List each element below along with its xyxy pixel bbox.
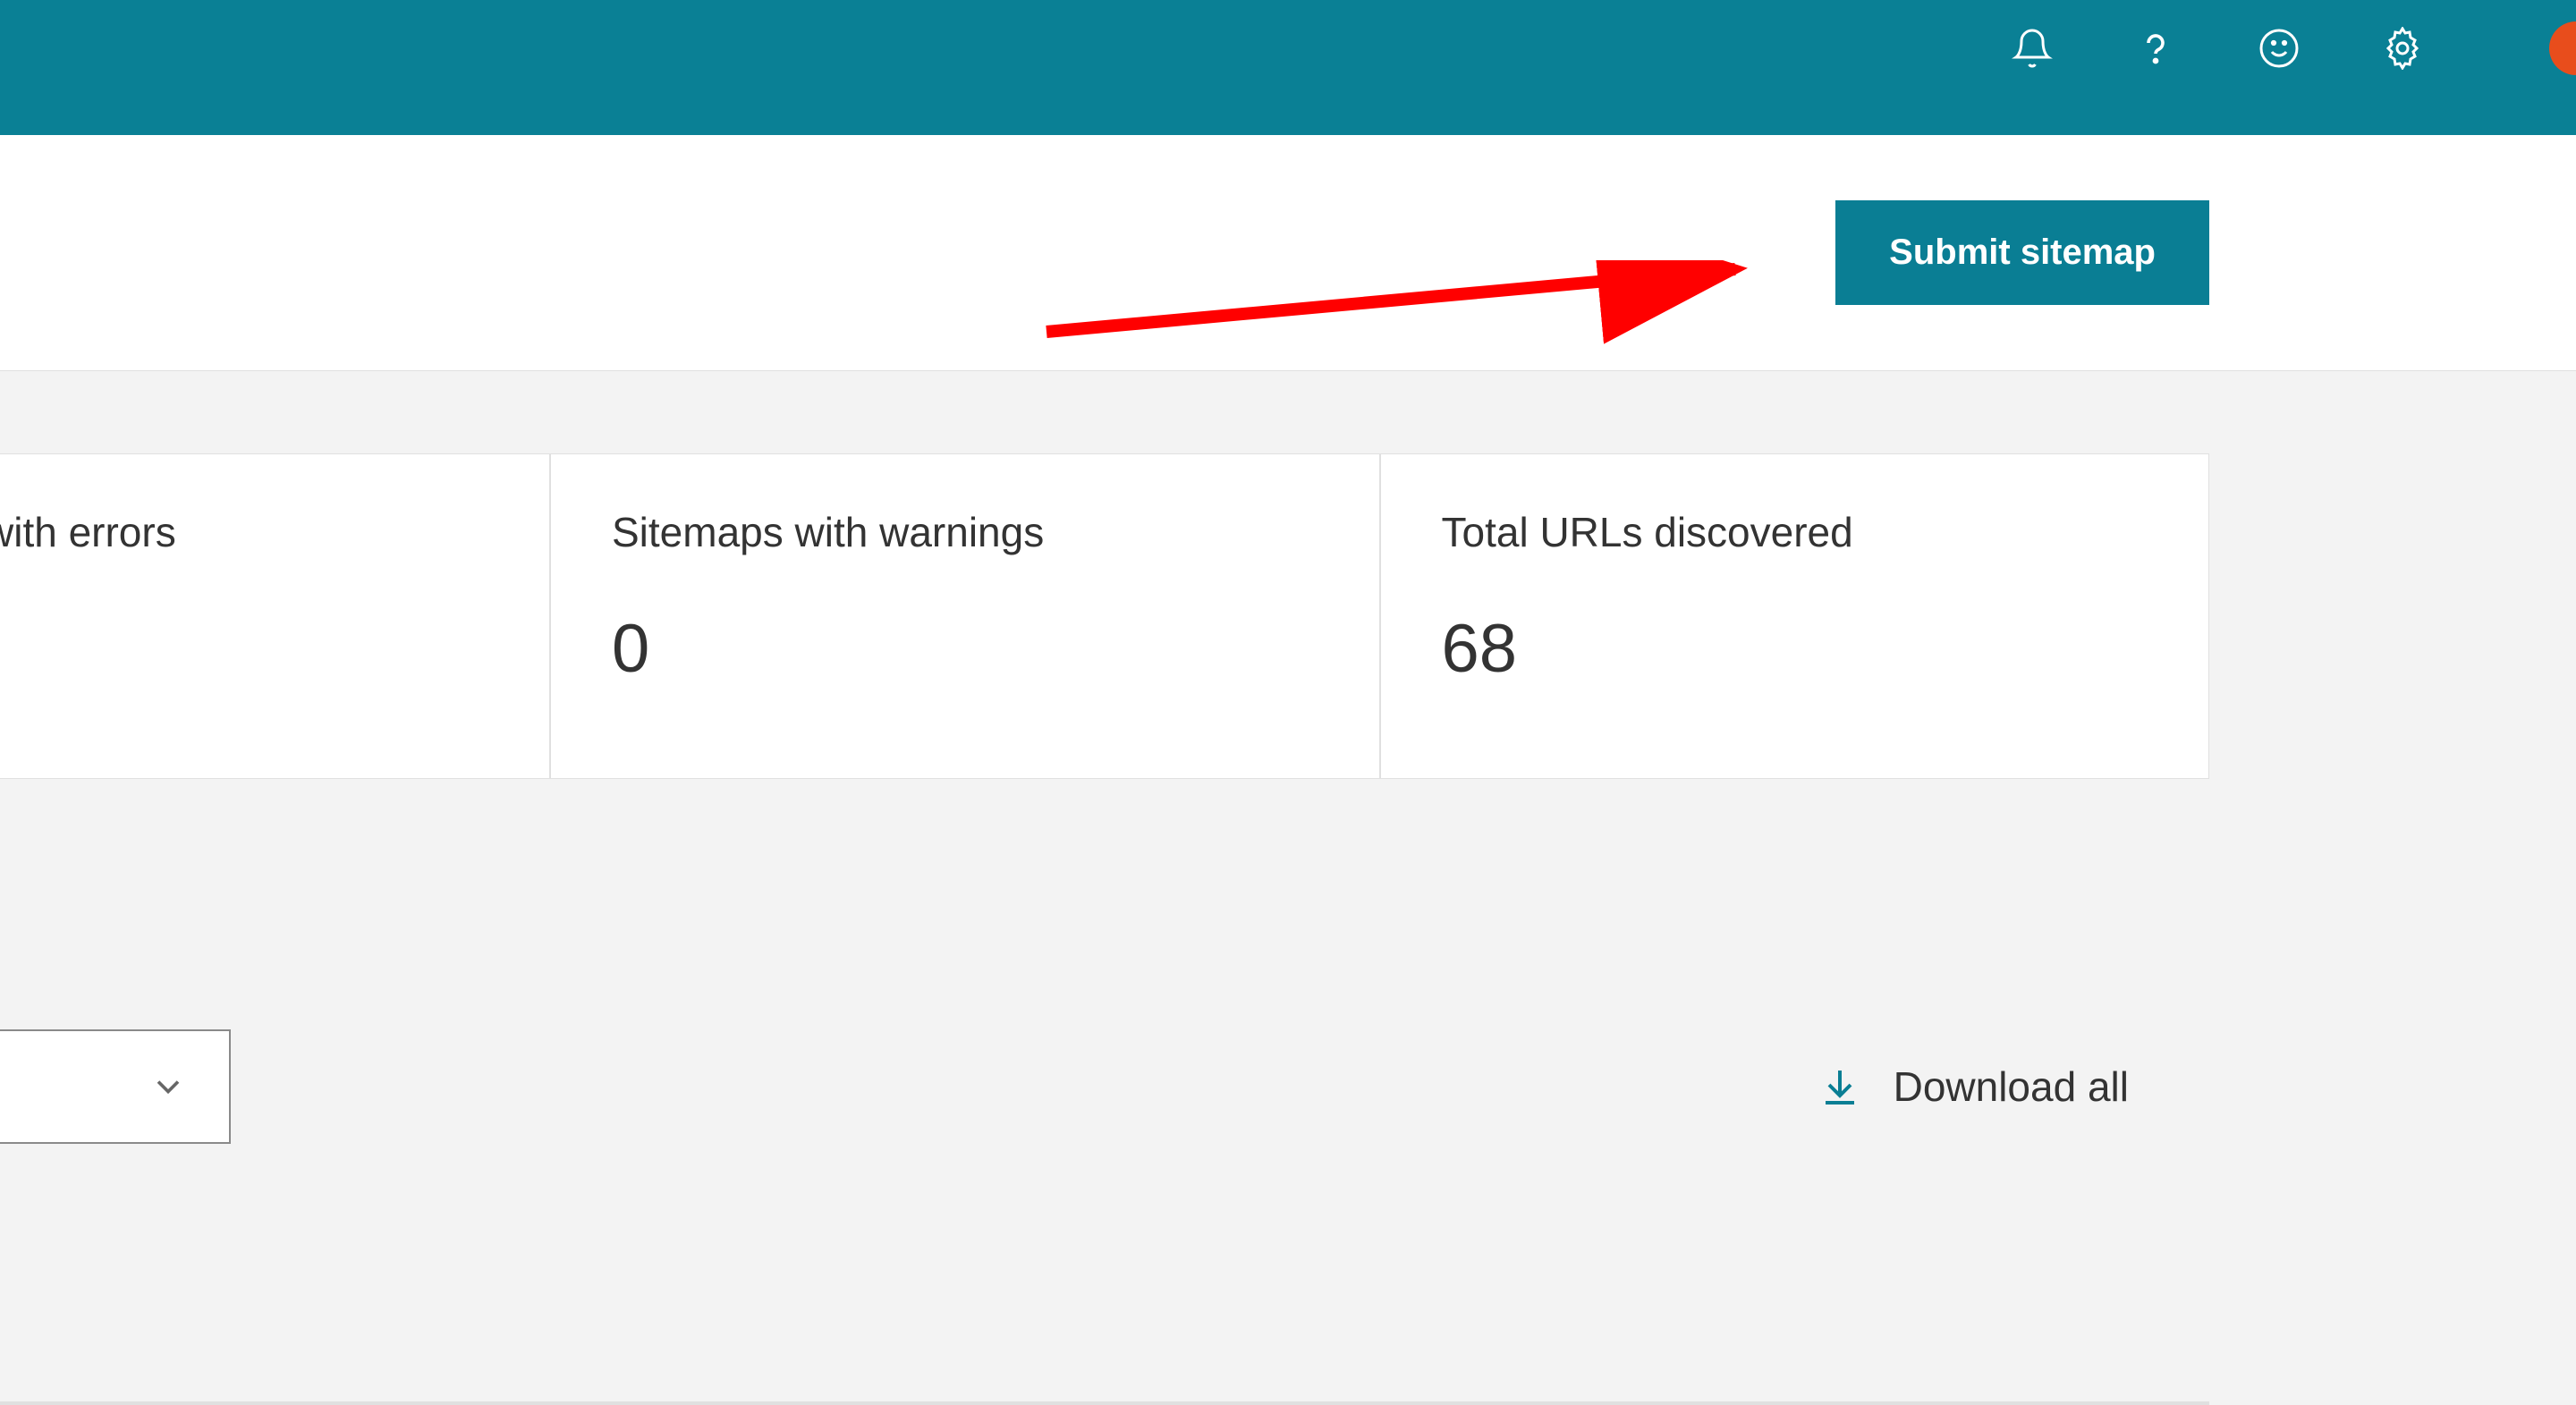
footer-area: Download all: [0, 779, 2576, 1144]
stat-label-urls: Total URLs discovered: [1442, 508, 2148, 556]
top-header: [0, 0, 2576, 135]
download-icon: [1818, 1065, 1861, 1108]
feedback-icon[interactable]: [2258, 27, 2301, 70]
settings-icon[interactable]: [2381, 27, 2424, 70]
stat-label-errors: with errors: [0, 508, 488, 556]
stat-value-warnings: 0: [612, 610, 1318, 688]
stat-card-urls: Total URLs discovered 68: [1380, 453, 2210, 779]
filter-dropdown[interactable]: [0, 1029, 231, 1144]
arrow-annotation: [1038, 260, 1780, 372]
download-all-link[interactable]: Download all: [1818, 1062, 2129, 1111]
stat-label-warnings: Sitemaps with warnings: [612, 508, 1318, 556]
bell-icon[interactable]: [2011, 27, 2054, 70]
download-label: Download all: [1894, 1062, 2129, 1111]
stats-container: with errors Sitemaps with warnings 0 Tot…: [0, 371, 2576, 779]
stat-card-warnings: Sitemaps with warnings 0: [550, 453, 1380, 779]
avatar[interactable]: [2549, 21, 2576, 75]
stat-card-errors: with errors: [0, 453, 550, 779]
toolbar: Submit sitemap: [0, 135, 2576, 371]
chevron-down-icon: [148, 1067, 188, 1106]
header-icons-group: [2011, 21, 2549, 75]
bottom-border: [0, 1401, 2209, 1405]
help-icon[interactable]: [2134, 27, 2177, 70]
stat-value-urls: 68: [1442, 610, 2148, 688]
submit-sitemap-button[interactable]: Submit sitemap: [1835, 200, 2209, 305]
